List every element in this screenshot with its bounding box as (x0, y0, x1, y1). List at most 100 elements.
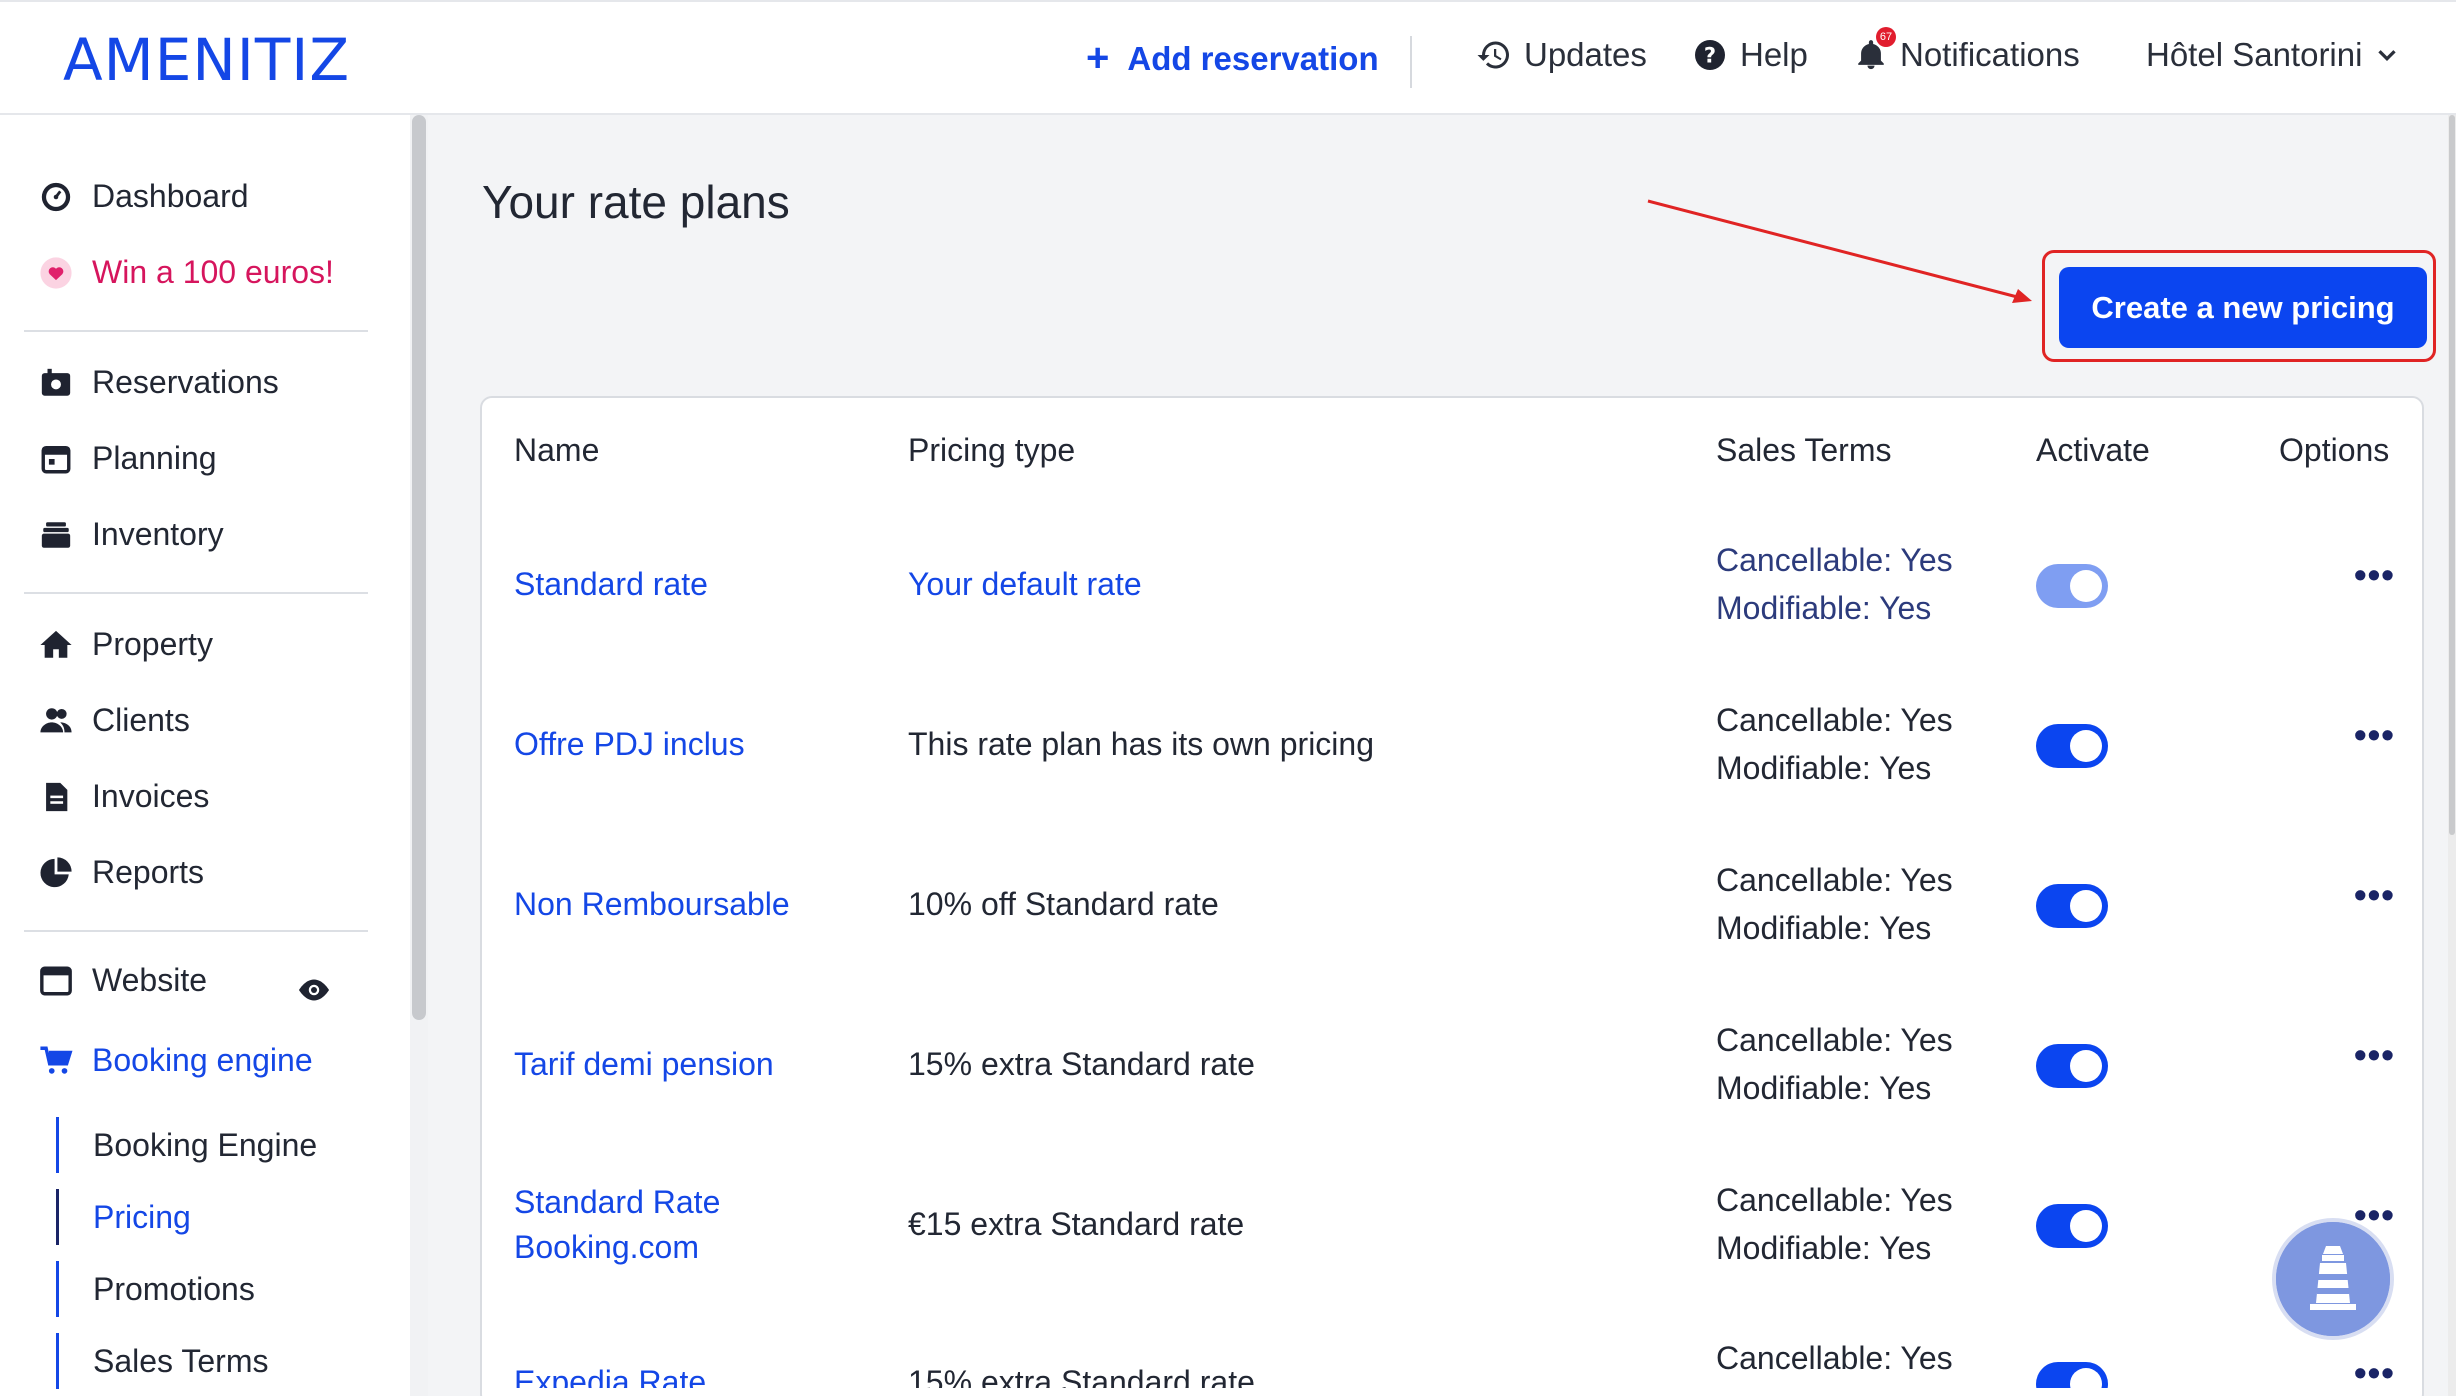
sidebar-label: Booking engine (92, 1042, 313, 1078)
sidebar-item-inventory[interactable]: Inventory (38, 516, 224, 553)
sidebar-label: Invoices (92, 778, 210, 814)
sidebar-item-planning[interactable]: Planning (38, 440, 217, 477)
sidebar-label: Reservations (92, 364, 279, 400)
sales-terms-cancellable: Cancellable: Yes (1716, 1022, 1953, 1058)
pricing-type: 15% extra Standard rate (908, 1364, 1255, 1388)
sidebar-label: Win a 100 euros! (92, 254, 334, 290)
sidebar-divider (24, 592, 368, 594)
add-reservation-label: Add reservation (1127, 39, 1379, 77)
bell-icon-wrap: 67 (1854, 27, 1900, 73)
lighthouse-icon (2276, 1222, 2390, 1336)
options-menu-icon[interactable]: ••• (2354, 1352, 2395, 1388)
notification-count-badge: 67 (1876, 27, 1896, 47)
help-label: Help (1740, 36, 1808, 73)
rate-name-link[interactable]: Standard rate (514, 562, 708, 607)
header-divider (1410, 36, 1412, 88)
pricing-type: 15% extra Standard rate (908, 1046, 1255, 1082)
sidebar-label: Clients (92, 702, 190, 738)
sidebar-label: Website (92, 962, 208, 998)
column-header-activate: Activate (2036, 432, 2150, 468)
pie-chart-icon (38, 855, 74, 891)
eye-icon[interactable] (296, 972, 332, 1013)
chat-widget-button[interactable] (2272, 1218, 2394, 1340)
rate-name-link[interactable]: Booking.com (514, 1225, 699, 1270)
sidebar-label: Reports (92, 854, 205, 890)
plus-icon: + (1086, 36, 1110, 80)
sidebar-label: Inventory (92, 516, 224, 552)
sidebar-item-booking-engine[interactable]: Booking engine (38, 1042, 313, 1079)
document-icon (38, 779, 74, 815)
activate-toggle[interactable] (2036, 564, 2108, 608)
camera-calendar-icon (38, 365, 74, 401)
column-header-options: Options (2279, 432, 2390, 468)
browser-window-icon (38, 963, 74, 999)
table-row-clipped: Expedia Rate 15% extra Standard rate Can… (480, 1330, 2424, 1388)
updates-label: Updates (1524, 36, 1647, 73)
sales-terms-modifiable: Modifiable: Yes (1716, 1070, 1932, 1106)
activate-toggle[interactable] (2036, 1044, 2108, 1088)
users-icon (38, 703, 74, 739)
sidebar-item-reservations[interactable]: Reservations (38, 364, 279, 401)
gauge-icon (38, 179, 74, 215)
options-menu-icon[interactable]: ••• (2354, 714, 2395, 756)
rate-name-link[interactable]: Non Remboursable (514, 882, 790, 927)
sidebar-sub-promotions[interactable]: Promotions (56, 1261, 255, 1317)
pricing-type: 10% off Standard rate (908, 886, 1219, 922)
sidebar-label: Property (92, 626, 213, 662)
stack-icon (38, 517, 74, 553)
pricing-type: This rate plan has its own pricing (908, 726, 1374, 762)
options-menu-icon[interactable]: ••• (2354, 874, 2395, 916)
page-scrollbar-thumb[interactable] (2449, 115, 2455, 835)
hotel-selector[interactable]: Hôtel Santorini (2146, 36, 2414, 74)
heart-icon (38, 255, 74, 291)
sidebar-label: Planning (92, 440, 217, 476)
sidebar-item-property[interactable]: Property (38, 626, 213, 663)
sidebar-divider (24, 330, 368, 332)
sidebar-sub-sales-terms[interactable]: Sales Terms (56, 1333, 268, 1389)
pricing-type: Your default rate (908, 566, 1142, 602)
column-header-sales-terms: Sales Terms (1716, 432, 1892, 468)
svg-text:?: ? (1704, 44, 1716, 68)
sales-terms-modifiable: Modifiable: Yes (1716, 910, 1932, 946)
sales-terms-modifiable: Modifiable: Yes (1716, 590, 1932, 626)
sales-terms-modifiable: Modifiable: Yes (1716, 750, 1932, 786)
sales-terms-cancellable: Cancellable: Yes (1716, 542, 1953, 578)
sales-terms-cancellable: Cancellable: Yes (1716, 1182, 1953, 1218)
activate-toggle[interactable] (2036, 1204, 2108, 1248)
chevron-down-icon (2378, 50, 2397, 62)
activate-toggle[interactable] (2036, 1362, 2108, 1388)
rate-name-link[interactable]: Standard Rate (514, 1180, 720, 1225)
rate-name-link[interactable]: Expedia Rate (514, 1360, 706, 1388)
brand-logo[interactable]: AMENITIZ (63, 26, 350, 94)
sidebar-item-invoices[interactable]: Invoices (38, 778, 209, 815)
sidebar-item-website[interactable]: Website (38, 962, 207, 999)
history-icon (1477, 41, 1509, 69)
sidebar-divider (24, 930, 368, 932)
cart-icon (38, 1043, 74, 1079)
rate-name-link[interactable]: Tarif demi pension (514, 1042, 774, 1087)
calendar-icon (38, 441, 74, 477)
sidebar-item-dashboard[interactable]: Dashboard (38, 178, 249, 215)
rate-name-link[interactable]: Offre PDJ inclus (514, 722, 745, 767)
options-menu-icon[interactable]: ••• (2354, 1034, 2395, 1076)
hotel-name: Hôtel Santorini (2146, 36, 2363, 73)
pricing-type: €15 extra Standard rate (908, 1206, 1245, 1242)
updates-button[interactable]: Updates (1476, 36, 1647, 74)
create-new-pricing-button[interactable]: Create a new pricing (2059, 267, 2427, 348)
annotation-arrow (1647, 199, 2032, 303)
help-button[interactable]: ? Help (1692, 36, 1808, 74)
home-icon (38, 627, 74, 663)
sales-terms-modifiable: Modifiable: Yes (1716, 1230, 1932, 1266)
options-menu-icon[interactable]: ••• (2354, 554, 2395, 596)
activate-toggle[interactable] (2036, 884, 2108, 928)
sidebar-scrollbar-thumb[interactable] (412, 115, 426, 1020)
sidebar-item-reports[interactable]: Reports (38, 854, 204, 891)
sidebar-label: Dashboard (92, 178, 249, 214)
add-reservation-button[interactable]: + Add reservation (1086, 36, 1379, 81)
sidebar-item-clients[interactable]: Clients (38, 702, 190, 739)
notifications-button[interactable]: 67 Notifications (1854, 27, 2080, 74)
activate-toggle[interactable] (2036, 724, 2108, 768)
sidebar-sub-booking-engine[interactable]: Booking Engine (56, 1117, 317, 1173)
sidebar-item-promo[interactable]: Win a 100 euros! (38, 254, 334, 291)
sidebar-sub-pricing[interactable]: Pricing (56, 1189, 191, 1245)
